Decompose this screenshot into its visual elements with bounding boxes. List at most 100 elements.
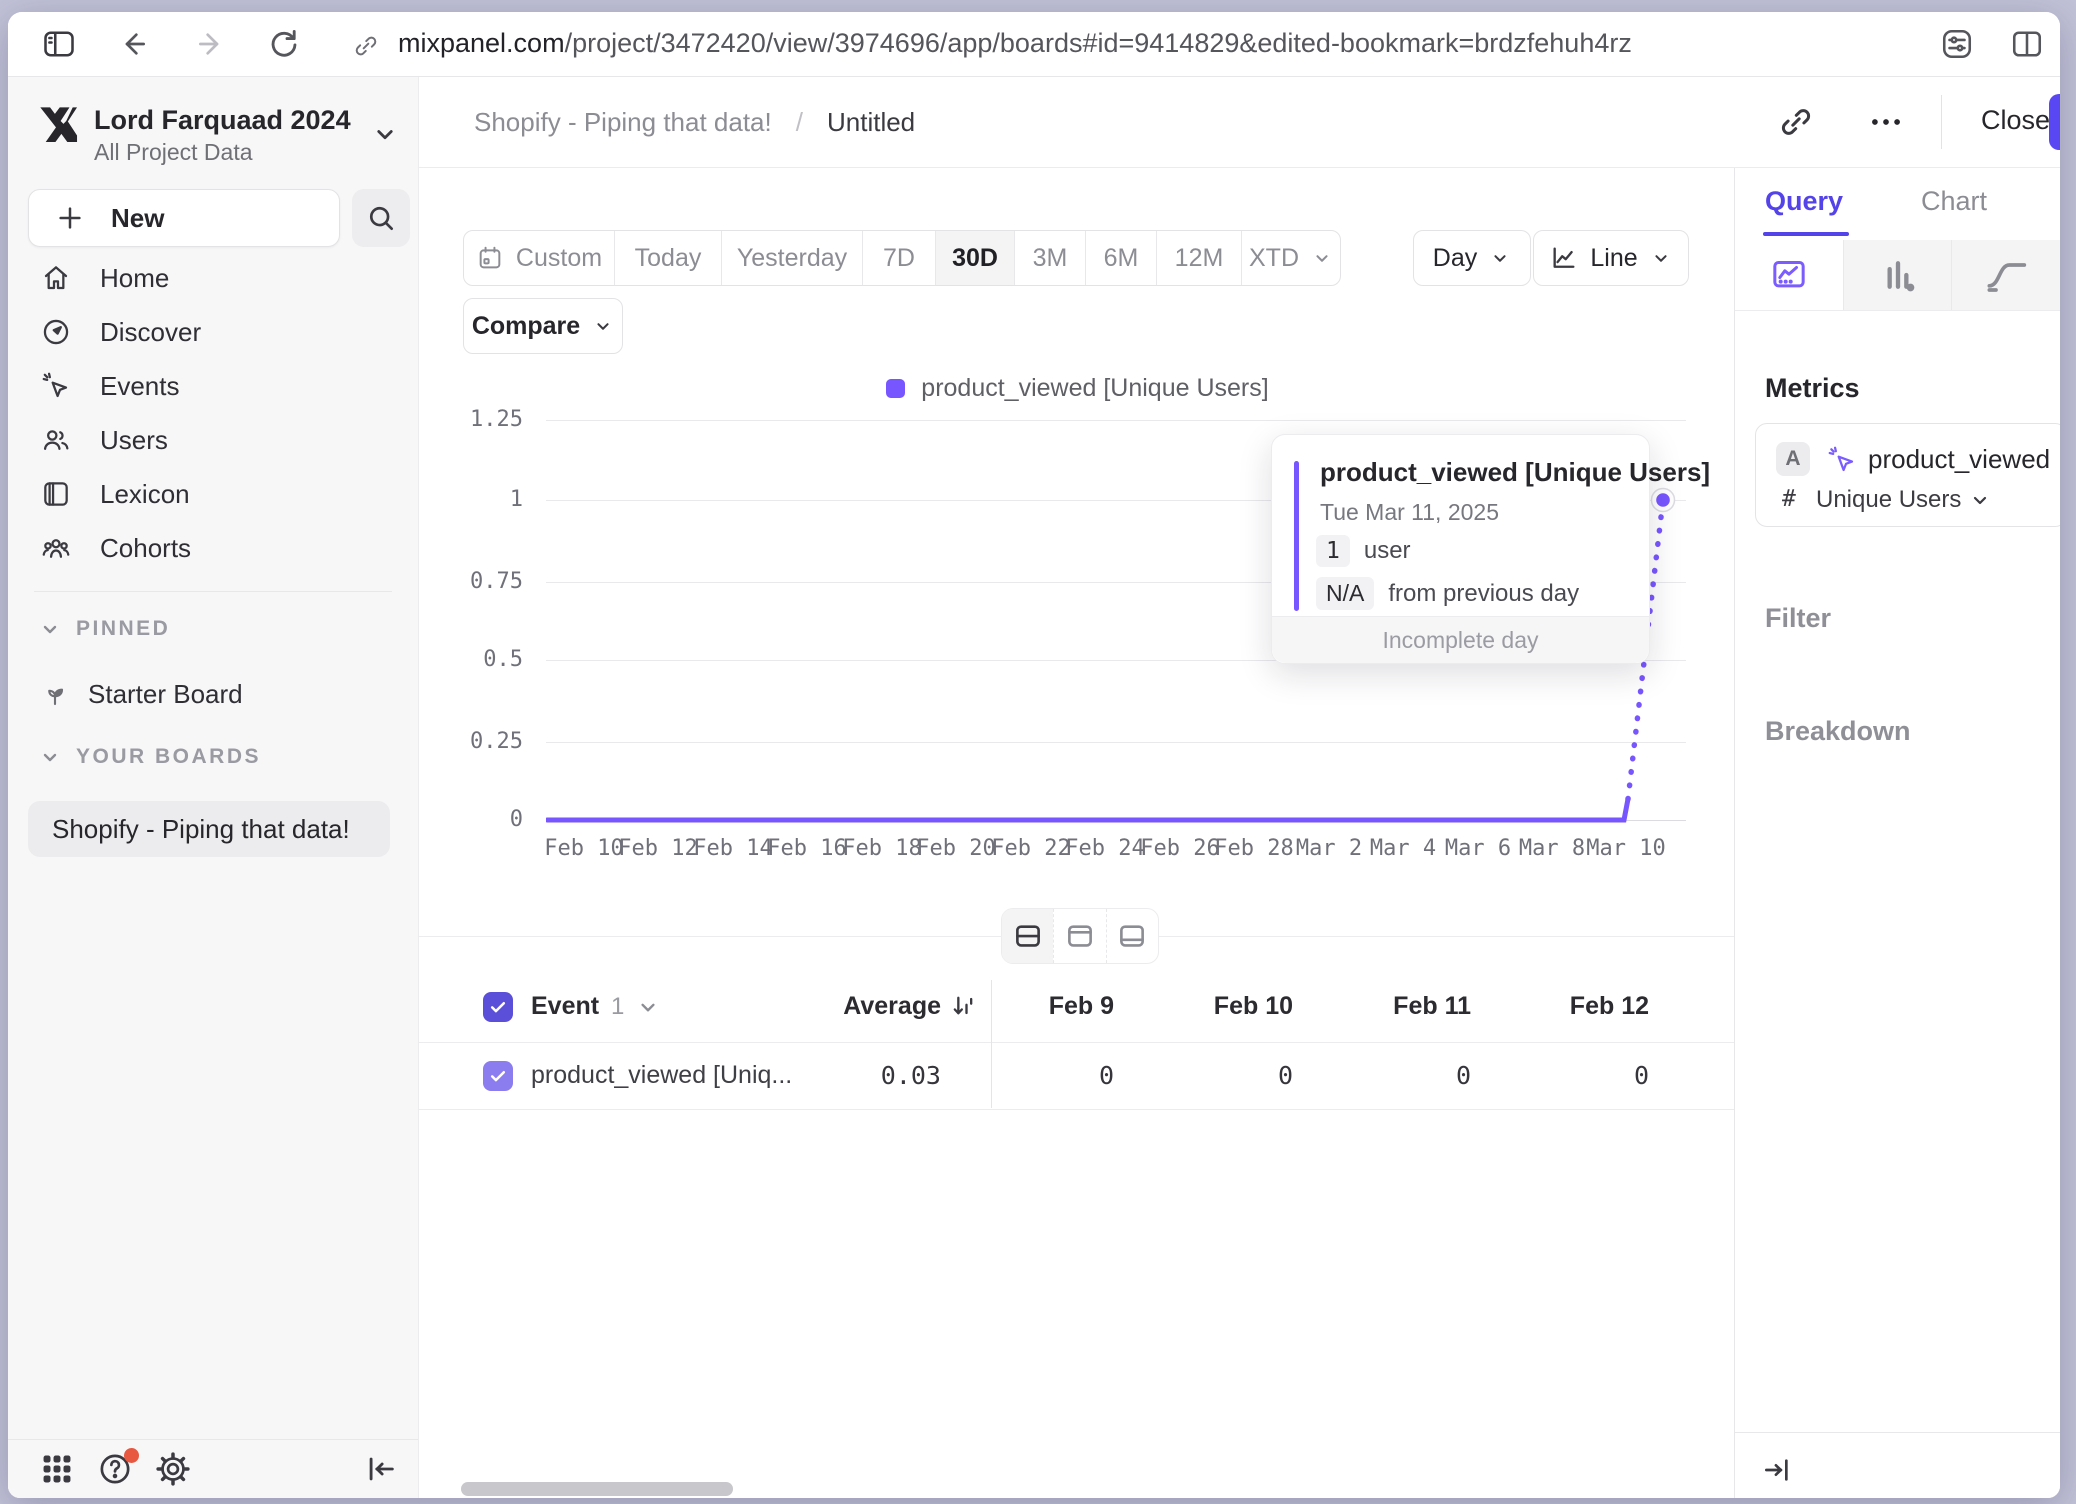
breadcrumb-page[interactable]: Untitled <box>827 107 915 138</box>
board-label: Shopify - Piping that data! <box>52 814 350 845</box>
horizontal-scrollbar[interactable] <box>461 1482 733 1496</box>
chevron-down-icon <box>1968 488 1992 512</box>
row-checkbox[interactable] <box>483 1061 513 1091</box>
x-axis: Feb 10 Feb 12 Feb 14 Feb 16 Feb 18 Feb 2… <box>546 836 1686 868</box>
metric-card[interactable]: A product_viewed # Unique Users <box>1755 423 2060 527</box>
tab-query[interactable]: Query <box>1765 186 1843 217</box>
sidebar-item-events[interactable]: Events <box>26 361 400 411</box>
event-cursor-icon <box>1826 444 1858 476</box>
granularity-dropdown[interactable]: Day <box>1413 230 1531 286</box>
event-column-header[interactable]: Event <box>531 992 599 1021</box>
sidebar-board-shopify[interactable]: Shopify - Piping that data! <box>28 801 390 857</box>
tab-chart[interactable]: Chart <box>1921 186 1987 217</box>
your-boards-label: YOUR BOARDS <box>76 745 261 769</box>
chevron-down-icon <box>38 745 62 769</box>
breadcrumb-board[interactable]: Shopify - Piping that data! <box>474 107 772 138</box>
close-button[interactable]: Close <box>1981 105 2050 136</box>
date-range-12m[interactable]: 12M <box>1156 231 1241 285</box>
url-link-icon <box>352 32 380 60</box>
tooltip-delta-label: from previous day <box>1388 580 1579 608</box>
back-button[interactable] <box>116 28 150 60</box>
chart-type-dropdown[interactable]: Line <box>1533 230 1689 286</box>
pinned-label: PINNED <box>76 617 170 641</box>
chevron-down-icon <box>1650 247 1672 269</box>
date-range-3m[interactable]: 3M <box>1014 231 1085 285</box>
metric-aggregation[interactable]: Unique Users <box>1816 486 1961 514</box>
apps-grid-icon[interactable] <box>38 1450 76 1488</box>
metric-event-name: product_viewed <box>1868 444 2050 475</box>
check-icon <box>488 1066 508 1086</box>
date-range-6m[interactable]: 6M <box>1085 231 1156 285</box>
sidebar-item-cohorts[interactable]: Cohorts <box>26 523 400 573</box>
tooltip-series-bar <box>1294 461 1299 611</box>
pinned-section-header[interactable]: PINNED <box>38 617 170 641</box>
legend-label: product_viewed [Unique Users] <box>921 374 1268 403</box>
browser-window: mixpanel.com/project/3472420/view/397469… <box>8 12 2060 1498</box>
date-range-today[interactable]: Today <box>614 231 721 285</box>
layout-table-only-button[interactable] <box>1106 909 1158 963</box>
more-options-icon[interactable] <box>1867 107 1905 137</box>
breadcrumb-separator: / <box>796 107 803 138</box>
select-all-checkbox[interactable] <box>483 992 513 1022</box>
url-bar[interactable]: mixpanel.com/project/3472420/view/397469… <box>398 28 1632 59</box>
calendar-icon <box>476 244 504 272</box>
date-range-7d[interactable]: 7D <box>862 231 935 285</box>
metric-agg-prefix: # <box>1782 486 1796 512</box>
date-range-custom[interactable]: Custom <box>464 231 614 285</box>
reload-button[interactable] <box>266 26 302 62</box>
sidebar-item-starter-board[interactable]: Starter Board <box>26 669 400 719</box>
compare-dropdown[interactable]: Compare <box>463 298 623 354</box>
collapse-sidebar-icon[interactable] <box>364 1452 398 1486</box>
event-cursor-icon <box>40 370 72 402</box>
breakdown-table: Event 1 Average Feb 9 Feb 10 Feb 11 Feb … <box>419 972 1736 1182</box>
date-range-label: 3M <box>1033 244 1068 273</box>
date-column-header: Feb 10 <box>1143 992 1293 1021</box>
funnel-curve-icon <box>1984 255 2028 295</box>
chart-type-tabs <box>1735 240 2060 311</box>
your-boards-section-header[interactable]: YOUR BOARDS <box>38 745 261 769</box>
url-domain: mixpanel.com <box>398 28 565 58</box>
collapse-panel-icon[interactable] <box>1761 1454 1793 1486</box>
save-button[interactable] <box>2049 94 2060 150</box>
sidebar-item-users[interactable]: Users <box>26 415 400 465</box>
line-chart-icon <box>1769 255 1809 295</box>
lexicon-icon <box>40 478 72 510</box>
filter-header[interactable]: Filter <box>1765 603 1831 634</box>
forward-button[interactable] <box>194 28 228 60</box>
split-view-icon[interactable] <box>2008 26 2046 62</box>
date-range-yesterday[interactable]: Yesterday <box>721 231 862 285</box>
copy-link-icon[interactable] <box>1777 103 1815 141</box>
project-name[interactable]: Lord Farquaad 2024 <box>94 105 351 136</box>
sidebar: Lord Farquaad 2024 All Project Data New … <box>8 77 419 1498</box>
chevron-down-icon <box>1311 247 1333 269</box>
chevron-down-icon[interactable] <box>635 994 661 1020</box>
table-row[interactable]: product_viewed [Uniq... 0.03 0 0 0 0 <box>419 1043 1736 1110</box>
breakdown-header[interactable]: Breakdown <box>1765 716 1911 747</box>
gear-icon[interactable] <box>154 1450 192 1488</box>
search-button[interactable] <box>352 189 410 247</box>
sidebar-item-home[interactable]: Home <box>26 253 400 303</box>
chart-type-funnel-tab[interactable] <box>1951 240 2060 310</box>
browser-sidebar-toggle-icon[interactable] <box>40 26 78 62</box>
layout-chart-only-button[interactable] <box>1053 909 1105 963</box>
date-range-30d[interactable]: 30D <box>935 231 1014 285</box>
date-range-label: 12M <box>1175 244 1224 273</box>
page-settings-icon[interactable] <box>1938 26 1976 62</box>
tooltip-date: Tue Mar 11, 2025 <box>1320 499 1499 526</box>
chart-type-line-tab[interactable] <box>1735 240 1843 310</box>
chart-legend[interactable]: product_viewed [Unique Users] <box>419 374 1736 403</box>
chevron-down-icon <box>1489 247 1511 269</box>
compare-label: Compare <box>472 312 580 341</box>
sidebar-item-discover[interactable]: Discover <box>26 307 400 357</box>
y-tick: 0 <box>431 806 523 834</box>
chart-type-bar-tab[interactable] <box>1843 240 1952 310</box>
sidebar-item-lexicon[interactable]: Lexicon <box>26 469 400 519</box>
layout-toggle-group <box>1001 908 1159 964</box>
date-range-xtd[interactable]: XTD <box>1241 231 1340 285</box>
line-chart-icon <box>1550 244 1578 272</box>
layout-split-view-button[interactable] <box>1002 909 1053 963</box>
bar-chart-icon <box>1878 255 1918 295</box>
project-chevron-down-icon[interactable] <box>370 119 400 149</box>
average-column-header[interactable]: Average <box>741 992 941 1021</box>
new-button[interactable]: New <box>28 189 340 247</box>
